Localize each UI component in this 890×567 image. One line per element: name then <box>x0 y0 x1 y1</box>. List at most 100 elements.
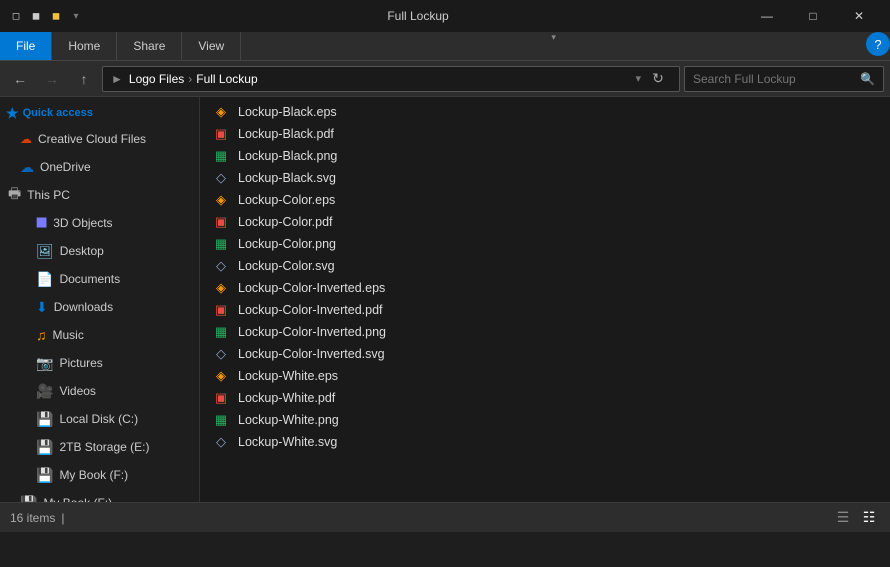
sidebar-item-3d-objects[interactable]: ⯀ 3D Objects <box>0 209 199 237</box>
window-controls: — □ ✕ <box>744 0 882 32</box>
list-item[interactable]: ◈ Lockup-Color-Inverted.eps <box>200 277 890 299</box>
pdf-icon: ▣ <box>212 301 230 319</box>
breadcrumb-full-lockup[interactable]: Full Lockup <box>196 72 257 86</box>
sidebar-item-this-pc[interactable]: 🖶 This PC <box>0 181 199 209</box>
list-item[interactable]: ◈ Lockup-Color.eps <box>200 189 890 211</box>
file-name: Lockup-Color-Inverted.pdf <box>238 303 383 317</box>
sidebar-item-videos[interactable]: 🎥 Videos <box>0 377 199 405</box>
main-area: ★ Quick access ☁ Creative Cloud Files ☁ … <box>0 97 890 502</box>
search-icon: 🔍 <box>860 72 875 86</box>
pdf-icon: ▣ <box>212 213 230 231</box>
list-view-button[interactable]: ☷ <box>858 507 880 529</box>
png-icon: ▦ <box>212 235 230 253</box>
up-button[interactable]: ↑ <box>70 65 98 93</box>
sidebar-item-quick-access[interactable]: ★ Quick access <box>0 101 199 125</box>
sidebar-label-videos: Videos <box>59 384 95 398</box>
address-row: ← → ↑ ► Logo Files › Full Lockup ▾ ↻ 🔍 <box>0 61 890 97</box>
sidebar: ★ Quick access ☁ Creative Cloud Files ☁ … <box>0 97 200 502</box>
ribbon-expand-chevron[interactable]: ▾ <box>545 32 562 60</box>
sidebar-label-3d: 3D Objects <box>53 216 112 230</box>
list-item[interactable]: ◇ Lockup-Color-Inverted.svg <box>200 343 890 365</box>
file-name: Lockup-Color.eps <box>238 193 335 207</box>
file-name: Lockup-White.svg <box>238 435 337 449</box>
list-item[interactable]: ▣ Lockup-Color-Inverted.pdf <box>200 299 890 321</box>
sidebar-item-my-book-f1[interactable]: 💾 My Book (F:) <box>0 461 199 489</box>
sidebar-item-pictures[interactable]: 📷 Pictures <box>0 349 199 377</box>
list-item[interactable]: ▦ Lockup-White.png <box>200 409 890 431</box>
ribbon: File Home Share View ▾ ? <box>0 32 890 61</box>
file-name: Lockup-Black.pdf <box>238 127 334 141</box>
sidebar-item-my-book-f2[interactable]: 💾 My Book (F:) <box>0 489 199 502</box>
sidebar-item-onedrive[interactable]: ☁ OneDrive <box>0 153 199 181</box>
tab-file[interactable]: File <box>0 32 52 60</box>
disk-c-icon: 💾 <box>36 411 53 428</box>
pc-icon: 🖶 <box>8 183 21 207</box>
list-item[interactable]: ▦ Lockup-Black.png <box>200 145 890 167</box>
title-bar-icons: ◻ ◼ ◼ ▾ <box>8 8 84 24</box>
list-item[interactable]: ◈ Lockup-White.eps <box>200 365 890 387</box>
sidebar-label-pictures: Pictures <box>59 356 102 370</box>
png-icon: ▦ <box>212 411 230 429</box>
file-list: ◈ Lockup-Black.eps ▣ Lockup-Black.pdf ▦ … <box>200 97 890 502</box>
list-item[interactable]: ◇ Lockup-Color.svg <box>200 255 890 277</box>
sidebar-label-local-disk: Local Disk (C:) <box>59 412 138 426</box>
status-separator: | <box>61 511 64 525</box>
list-item[interactable]: ▣ Lockup-White.pdf <box>200 387 890 409</box>
pdf-icon: ▣ <box>212 389 230 407</box>
sidebar-item-creative-cloud[interactable]: ☁ Creative Cloud Files <box>0 125 199 153</box>
sidebar-item-desktop[interactable]: 🖼 Desktop <box>0 237 199 265</box>
list-item[interactable]: ▣ Lockup-Black.pdf <box>200 123 890 145</box>
svg-icon: ◇ <box>212 169 230 187</box>
breadcrumb-logo-files[interactable]: Logo Files <box>129 72 184 86</box>
refresh-button[interactable]: ↻ <box>645 66 671 92</box>
file-name: Lockup-Black.svg <box>238 171 336 185</box>
pictures-icon: 📷 <box>36 355 53 372</box>
view-toggle: ☰ ☷ <box>832 507 880 529</box>
forward-button[interactable]: → <box>38 65 66 93</box>
sidebar-label-music: Music <box>53 328 84 342</box>
back-button[interactable]: ← <box>6 65 34 93</box>
sidebar-label-quick-access: Quick access <box>23 107 93 119</box>
eps-icon: ◈ <box>212 279 230 297</box>
list-item[interactable]: ▦ Lockup-Color.png <box>200 233 890 255</box>
list-item[interactable]: ◇ Lockup-Black.svg <box>200 167 890 189</box>
file-name: Lockup-Black.png <box>238 149 337 163</box>
address-bar-chevron[interactable]: ▾ <box>635 72 641 85</box>
list-item[interactable]: ▦ Lockup-Color-Inverted.png <box>200 321 890 343</box>
app-icon-2: ◼ <box>28 8 44 24</box>
sidebar-label-downloads: Downloads <box>54 300 113 314</box>
details-view-button[interactable]: ☰ <box>832 507 854 529</box>
disk-f2-icon: 💾 <box>20 495 37 503</box>
tab-view[interactable]: View <box>182 32 241 60</box>
maximize-button[interactable]: □ <box>790 0 836 32</box>
cloud-icon: ☁ <box>20 132 32 146</box>
sidebar-item-storage-e[interactable]: 💾 2TB Storage (E:) <box>0 433 199 461</box>
eps-icon: ◈ <box>212 103 230 121</box>
sidebar-item-documents[interactable]: 📄 Documents <box>0 265 199 293</box>
tab-home[interactable]: Home <box>52 32 117 60</box>
list-item[interactable]: ◇ Lockup-White.svg <box>200 431 890 453</box>
ribbon-tabs: File Home Share View ▾ ? <box>0 32 890 60</box>
list-item[interactable]: ▣ Lockup-Color.pdf <box>200 211 890 233</box>
search-input[interactable] <box>693 72 860 86</box>
close-button[interactable]: ✕ <box>836 0 882 32</box>
png-icon: ▦ <box>212 323 230 341</box>
sidebar-item-downloads[interactable]: ⬇ Downloads <box>0 293 199 321</box>
videos-icon: 🎥 <box>36 383 53 400</box>
help-button[interactable]: ? <box>866 32 890 56</box>
file-name: Lockup-Color.pdf <box>238 215 333 229</box>
pdf-icon: ▣ <box>212 125 230 143</box>
sidebar-item-music[interactable]: ♫ Music <box>0 321 199 349</box>
tab-share[interactable]: Share <box>117 32 182 60</box>
address-bar[interactable]: ► Logo Files › Full Lockup ▾ ↻ <box>102 66 680 92</box>
item-count: 16 items <box>10 511 55 525</box>
documents-icon: 📄 <box>36 271 53 288</box>
status-bar: 16 items | ☰ ☷ <box>0 502 890 532</box>
minimize-button[interactable]: — <box>744 0 790 32</box>
search-box[interactable]: 🔍 <box>684 66 884 92</box>
file-name: Lockup-Color-Inverted.png <box>238 325 386 339</box>
sidebar-label-storage-e: 2TB Storage (E:) <box>59 440 149 454</box>
list-item[interactable]: ◈ Lockup-Black.eps <box>200 101 890 123</box>
sidebar-item-local-disk[interactable]: 💾 Local Disk (C:) <box>0 405 199 433</box>
3d-icon: ⯀ <box>36 215 47 232</box>
